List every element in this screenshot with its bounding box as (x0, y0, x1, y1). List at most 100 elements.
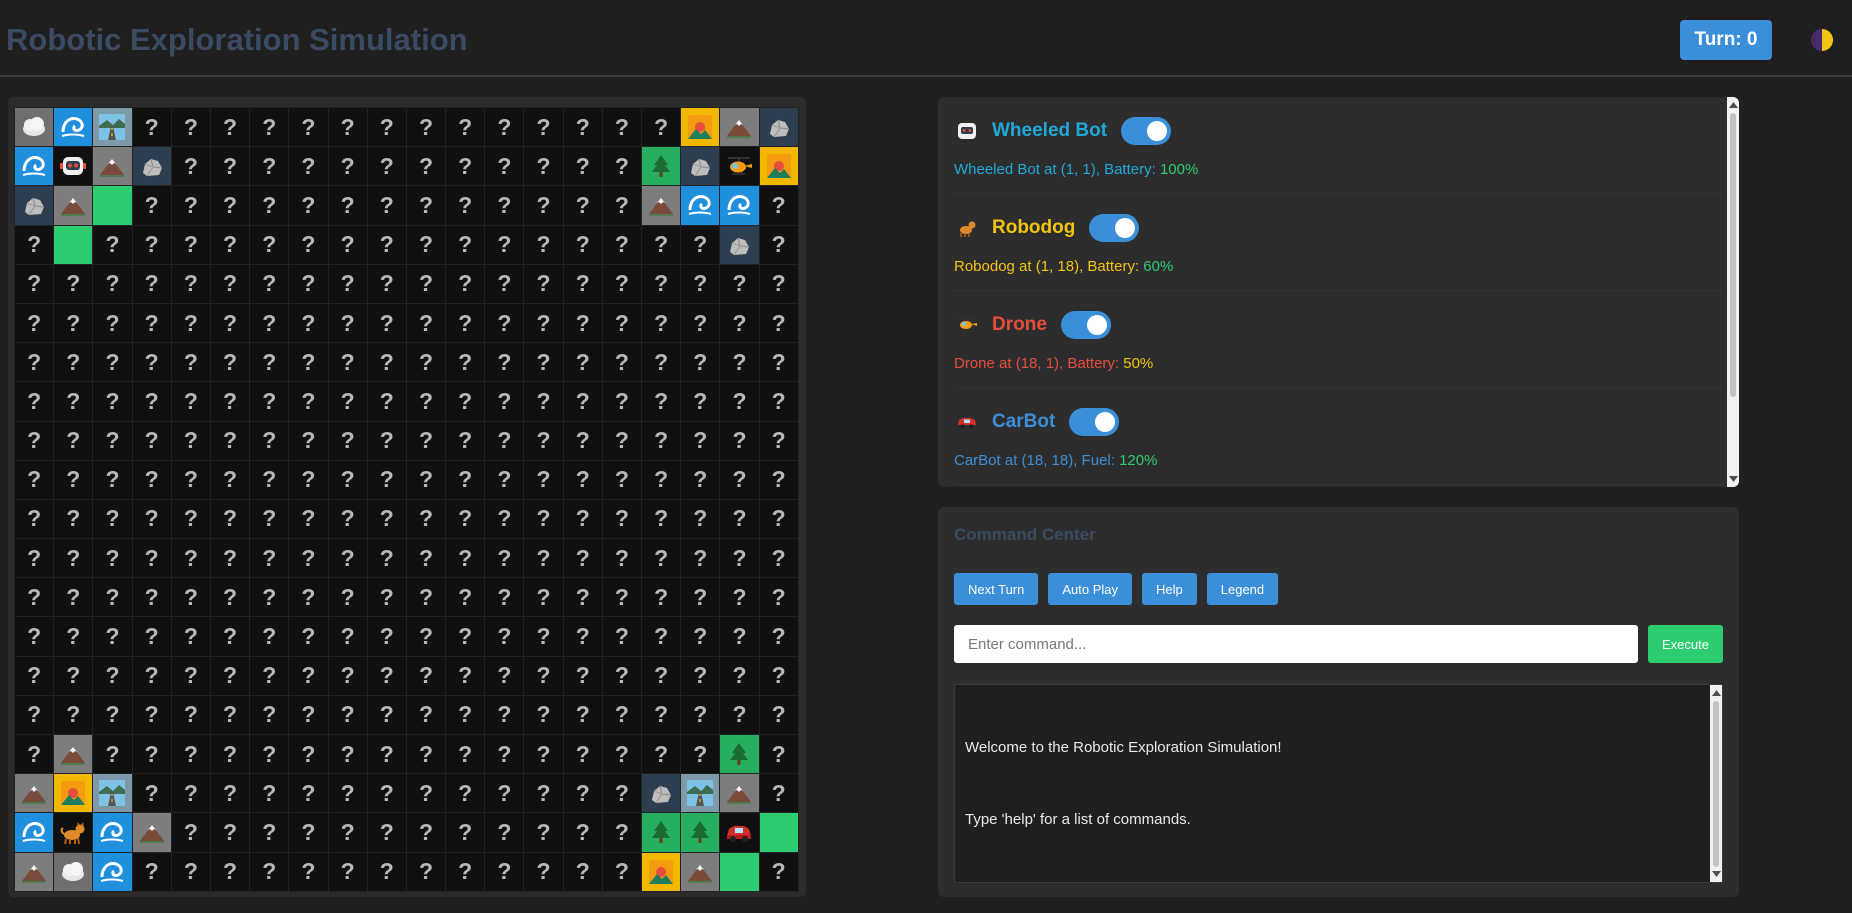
unexplored-cell[interactable]: ? (53, 263, 94, 304)
unexplored-cell[interactable]: ? (484, 146, 525, 187)
map-cell[interactable] (53, 851, 94, 892)
map-cell[interactable] (680, 106, 721, 148)
unexplored-cell[interactable]: ? (13, 381, 55, 422)
unexplored-cell[interactable]: ? (719, 263, 760, 304)
unexplored-cell[interactable]: ? (758, 655, 799, 696)
robot-enable-toggle[interactable] (1069, 408, 1120, 436)
unexplored-cell[interactable]: ? (288, 381, 329, 422)
map-cell[interactable] (131, 146, 172, 187)
robot-enable-toggle[interactable] (1121, 117, 1172, 145)
unexplored-cell[interactable]: ? (366, 812, 407, 853)
unexplored-cell[interactable]: ? (523, 459, 564, 500)
unexplored-cell[interactable]: ? (758, 185, 799, 226)
unexplored-cell[interactable]: ? (131, 420, 172, 461)
unexplored-cell[interactable]: ? (327, 342, 368, 383)
unexplored-cell[interactable]: ? (445, 538, 486, 579)
unexplored-cell[interactable]: ? (327, 851, 368, 892)
unexplored-cell[interactable]: ? (680, 381, 721, 422)
unexplored-cell[interactable]: ? (562, 616, 603, 657)
unexplored-cell[interactable]: ? (445, 616, 486, 657)
unexplored-cell[interactable]: ? (405, 342, 447, 383)
unexplored-cell[interactable]: ? (327, 694, 368, 736)
unexplored-cell[interactable]: ? (445, 851, 486, 892)
unexplored-cell[interactable]: ? (366, 106, 407, 148)
unexplored-cell[interactable]: ? (680, 616, 721, 657)
unexplored-cell[interactable]: ? (249, 733, 290, 775)
unexplored-cell[interactable]: ? (405, 185, 447, 226)
unexplored-cell[interactable]: ? (249, 146, 290, 187)
unexplored-cell[interactable]: ? (249, 420, 290, 461)
unexplored-cell[interactable]: ? (92, 616, 133, 657)
unexplored-cell[interactable]: ? (484, 812, 525, 853)
unexplored-cell[interactable]: ? (92, 263, 133, 304)
unexplored-cell[interactable]: ? (758, 851, 799, 892)
unexplored-cell[interactable]: ? (405, 694, 447, 736)
command-input[interactable] (954, 625, 1638, 663)
unexplored-cell[interactable]: ? (366, 616, 407, 657)
unexplored-cell[interactable]: ? (640, 616, 682, 657)
unexplored-cell[interactable]: ? (53, 420, 94, 461)
map-cell[interactable] (640, 185, 682, 226)
unexplored-cell[interactable]: ? (601, 851, 643, 892)
map-cell[interactable] (92, 851, 133, 892)
unexplored-cell[interactable]: ? (680, 459, 721, 500)
unexplored-cell[interactable]: ? (249, 381, 290, 422)
unexplored-cell[interactable]: ? (327, 263, 368, 304)
unexplored-cell[interactable]: ? (288, 812, 329, 853)
map-cell[interactable] (13, 773, 55, 814)
unexplored-cell[interactable]: ? (523, 733, 564, 775)
unexplored-cell[interactable]: ? (680, 302, 721, 344)
unexplored-cell[interactable]: ? (484, 224, 525, 265)
unexplored-cell[interactable]: ? (445, 577, 486, 618)
unexplored-cell[interactable]: ? (288, 185, 329, 226)
unexplored-cell[interactable]: ? (288, 302, 329, 344)
map-cell[interactable] (719, 106, 760, 148)
unexplored-cell[interactable]: ? (288, 655, 329, 696)
unexplored-cell[interactable]: ? (562, 773, 603, 814)
unexplored-cell[interactable]: ? (680, 342, 721, 383)
unexplored-cell[interactable]: ? (92, 342, 133, 383)
unexplored-cell[interactable]: ? (680, 655, 721, 696)
unexplored-cell[interactable]: ? (327, 812, 368, 853)
unexplored-cell[interactable]: ? (484, 302, 525, 344)
unexplored-cell[interactable]: ? (405, 146, 447, 187)
unexplored-cell[interactable]: ? (562, 577, 603, 618)
unexplored-cell[interactable]: ? (640, 381, 682, 422)
unexplored-cell[interactable]: ? (209, 459, 251, 500)
map-cell[interactable] (13, 146, 55, 187)
unexplored-cell[interactable]: ? (209, 616, 251, 657)
unexplored-cell[interactable]: ? (53, 342, 94, 383)
map-cell[interactable] (719, 773, 760, 814)
unexplored-cell[interactable]: ? (131, 106, 172, 148)
unexplored-cell[interactable]: ? (170, 616, 211, 657)
unexplored-cell[interactable]: ? (131, 577, 172, 618)
unexplored-cell[interactable]: ? (601, 381, 643, 422)
unexplored-cell[interactable]: ? (131, 733, 172, 775)
unexplored-cell[interactable]: ? (523, 851, 564, 892)
grass-cell[interactable] (758, 812, 799, 853)
unexplored-cell[interactable]: ? (523, 106, 564, 148)
unexplored-cell[interactable]: ? (405, 851, 447, 892)
unexplored-cell[interactable]: ? (601, 498, 643, 540)
unexplored-cell[interactable]: ? (249, 302, 290, 344)
unexplored-cell[interactable]: ? (640, 263, 682, 304)
unexplored-cell[interactable]: ? (53, 616, 94, 657)
unexplored-cell[interactable]: ? (680, 263, 721, 304)
unexplored-cell[interactable]: ? (13, 655, 55, 696)
map-cell[interactable] (719, 185, 760, 226)
unexplored-cell[interactable]: ? (288, 420, 329, 461)
unexplored-cell[interactable]: ? (366, 263, 407, 304)
unexplored-cell[interactable]: ? (249, 185, 290, 226)
unexplored-cell[interactable]: ? (170, 224, 211, 265)
unexplored-cell[interactable]: ? (445, 498, 486, 540)
unexplored-cell[interactable]: ? (170, 106, 211, 148)
unexplored-cell[interactable]: ? (680, 538, 721, 579)
unexplored-cell[interactable]: ? (170, 146, 211, 187)
unexplored-cell[interactable]: ? (92, 459, 133, 500)
unexplored-cell[interactable]: ? (288, 146, 329, 187)
unexplored-cell[interactable]: ? (366, 773, 407, 814)
unexplored-cell[interactable]: ? (170, 538, 211, 579)
unexplored-cell[interactable]: ? (640, 655, 682, 696)
unexplored-cell[interactable]: ? (288, 773, 329, 814)
unexplored-cell[interactable]: ? (209, 420, 251, 461)
